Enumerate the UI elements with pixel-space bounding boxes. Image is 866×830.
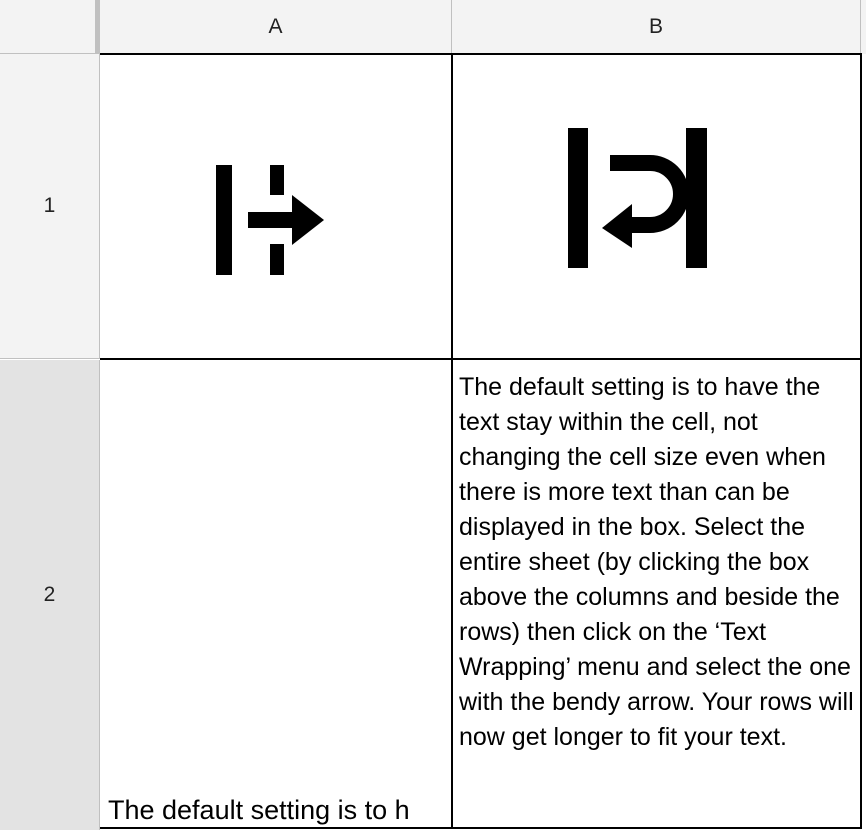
- cell-a2[interactable]: The default setting is to h: [100, 360, 451, 828]
- grid-line: [860, 53, 862, 829]
- column-header-b[interactable]: B: [452, 0, 861, 54]
- text-wrap-icon: [568, 128, 707, 268]
- cell-b1[interactable]: [453, 54, 860, 358]
- grid-line: [100, 53, 862, 55]
- grid-line: [451, 53, 453, 829]
- spreadsheet-grid: A B 1 2 The default setting is to h The …: [0, 0, 866, 830]
- column-header-spacer: [861, 0, 866, 54]
- cell-a2-text: The default setting is to h: [108, 795, 410, 825]
- column-header-a[interactable]: A: [100, 0, 452, 54]
- grid-line: [100, 827, 862, 829]
- row-header-1[interactable]: 1: [0, 54, 100, 359]
- text-overflow-icon: [216, 165, 324, 275]
- select-all-corner[interactable]: [0, 0, 100, 54]
- cell-b2[interactable]: The default setting is to have the text …: [453, 360, 860, 828]
- cell-b2-text: The default setting is to have the text …: [459, 373, 854, 751]
- row-header-2[interactable]: 2: [0, 360, 100, 830]
- cell-a1[interactable]: [100, 54, 451, 358]
- grid-line: [100, 358, 862, 360]
